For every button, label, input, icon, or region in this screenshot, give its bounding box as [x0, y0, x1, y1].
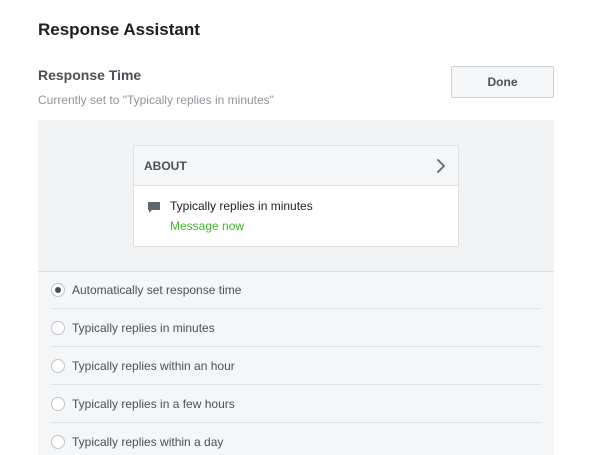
- option-label: Typically replies in minutes: [72, 320, 215, 335]
- speech-bubble-icon: [148, 202, 160, 213]
- panel-title: Response Assistant: [38, 20, 200, 39]
- option-label: Typically replies within a day: [72, 435, 224, 449]
- radio-button[interactable]: [51, 396, 65, 411]
- about-card-title: ABOUT: [144, 158, 187, 173]
- about-card-header[interactable]: ABOUT: [134, 146, 458, 186]
- option-label: Automatically set response time: [72, 282, 242, 297]
- option-minutes[interactable]: Typically replies in minutes: [51, 309, 541, 347]
- radio-button[interactable]: [51, 435, 65, 449]
- radio-selected-dot: [55, 286, 61, 293]
- option-hour[interactable]: Typically replies within an hour: [51, 347, 541, 385]
- option-label: Typically replies in a few hours: [72, 396, 235, 411]
- option-day[interactable]: Typically replies within a day: [51, 423, 541, 455]
- radio-button[interactable]: [51, 320, 65, 335]
- response-assistant-panel: Response Assistant Response Time Current…: [0, 0, 593, 455]
- radio-button[interactable]: [51, 282, 65, 297]
- chevron-right-icon: [437, 158, 445, 173]
- message-now-link[interactable]: Message now: [170, 219, 244, 233]
- about-card-body: Typically replies in minutes Message now: [134, 186, 458, 246]
- radio-button[interactable]: [51, 358, 65, 373]
- response-status-text: Typically replies in minutes: [170, 199, 313, 213]
- option-automatic[interactable]: Automatically set response time: [51, 271, 541, 309]
- section-subtitle: Currently set to "Typically replies in m…: [38, 93, 274, 107]
- option-few-hours[interactable]: Typically replies in a few hours: [51, 385, 541, 423]
- about-card: ABOUT Typically replies in minutes Messa…: [133, 145, 459, 247]
- response-time-options: Automatically set response time Typicall…: [38, 271, 554, 455]
- done-button[interactable]: Done: [451, 66, 554, 98]
- option-label: Typically replies within an hour: [72, 358, 235, 373]
- section-title: Response Time: [38, 67, 142, 83]
- preview-area: ABOUT Typically replies in minutes Messa…: [38, 120, 554, 271]
